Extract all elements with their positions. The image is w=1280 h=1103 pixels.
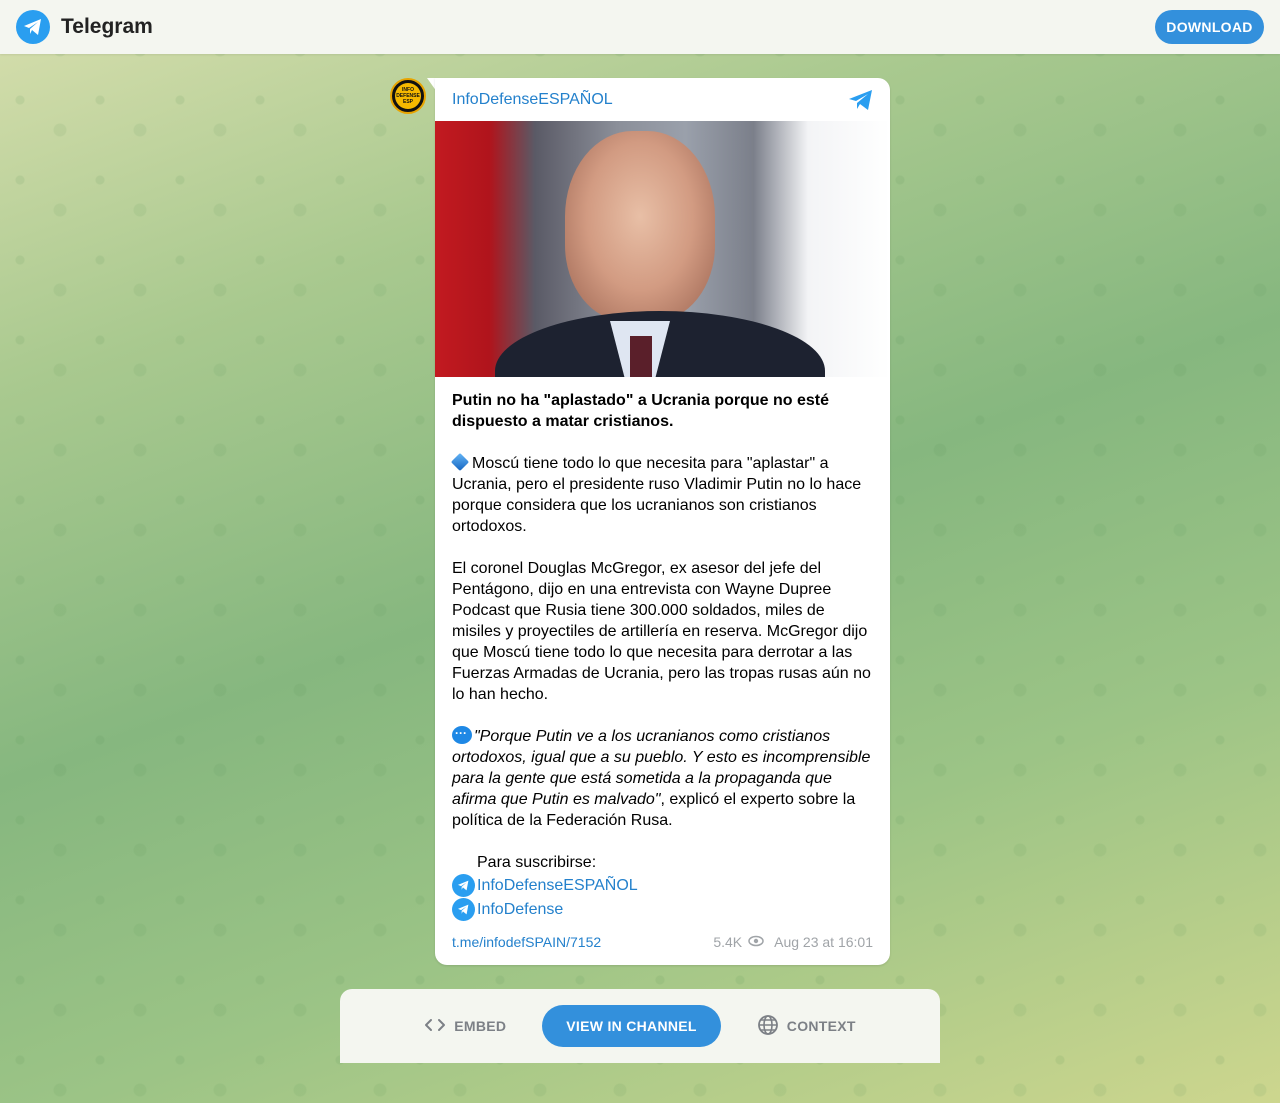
- message-footer: t.me/infodefSPAIN/7152 5.4K Aug 23 at 16…: [452, 934, 873, 950]
- telegram-small-icon: [452, 873, 475, 897]
- photo-face: [565, 131, 715, 321]
- message-meta: 5.4K Aug 23 at 16:01: [713, 934, 873, 950]
- post-photo[interactable]: [435, 121, 890, 377]
- paragraph-1: Moscú tiene todo lo que necesita para "a…: [450, 452, 873, 537]
- channel-name-link[interactable]: InfoDefenseESPAÑOL: [452, 91, 613, 109]
- views-count: 5.4K: [713, 934, 743, 950]
- view-in-channel-button[interactable]: VIEW IN CHANNEL: [542, 1005, 721, 1047]
- context-button[interactable]: CONTEXT: [733, 1005, 880, 1047]
- globe-icon: [757, 1014, 779, 1039]
- bottom-action-bar: EMBED VIEW IN CHANNEL CONTEXT: [340, 989, 940, 1063]
- paragraph-2: El coronel Douglas McGregor, ex asesor d…: [452, 560, 871, 703]
- brand-name[interactable]: Telegram: [61, 15, 153, 39]
- embed-label: EMBED: [454, 1018, 507, 1034]
- subscribe-link-infodefense[interactable]: InfoDefense: [477, 899, 563, 920]
- paragraph-1-text: Moscú tiene todo lo que necesita para "a…: [452, 455, 862, 535]
- subscribe-link-row-1: InfoDefenseESPAÑOL: [452, 873, 873, 897]
- code-icon: [424, 1018, 446, 1035]
- context-label: CONTEXT: [786, 1018, 856, 1034]
- subscribe-link-row-2: InfoDefense: [452, 897, 873, 921]
- subscribe-link-infodefense-espanol[interactable]: InfoDefenseESPAÑOL: [477, 875, 638, 896]
- subscribe-label: Para suscribirse:: [477, 854, 597, 871]
- eye-icon: [748, 934, 764, 950]
- permalink[interactable]: t.me/infodefSPAIN/7152: [452, 934, 601, 950]
- photo-tie: [630, 336, 652, 377]
- post-date[interactable]: Aug 23 at 16:01: [774, 934, 873, 950]
- channel-avatar[interactable]: INFO DEFENSE ESP: [390, 78, 426, 114]
- message-header: InfoDefenseESPAÑOL: [435, 78, 890, 121]
- top-bar: Telegram DOWNLOAD: [0, 0, 1280, 54]
- post-title: Putin no ha "aplastado" a Ucrania porque…: [452, 392, 830, 430]
- telegram-small-icon: [452, 897, 475, 921]
- speech-bubble-icon: [452, 723, 472, 744]
- blue-diamond-icon: [450, 452, 470, 472]
- embed-button[interactable]: EMBED: [400, 1005, 530, 1047]
- view-in-channel-label: VIEW IN CHANNEL: [566, 1018, 697, 1034]
- telegram-logo-icon[interactable]: [16, 10, 50, 44]
- message-card: InfoDefenseESPAÑOL Putin no ha "aplastad…: [435, 78, 890, 965]
- avatar-text-3: ESP: [402, 99, 413, 105]
- message-text: Putin no ha "aplastado" a Ucrania porque…: [435, 377, 890, 921]
- download-button[interactable]: DOWNLOAD: [1155, 10, 1264, 44]
- paragraph-quote: "Porque Putin ve a los ucranianos como c…: [452, 723, 873, 831]
- telegram-plane-icon: [848, 89, 874, 116]
